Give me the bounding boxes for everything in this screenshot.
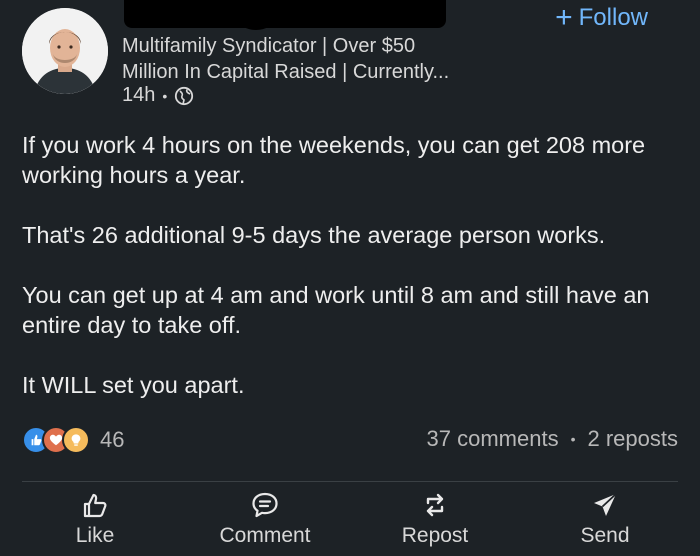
- engagement-counts: 37 comments • 2 reposts: [427, 426, 678, 452]
- profile-photo: [22, 8, 108, 94]
- follow-label: Follow: [578, 4, 648, 31]
- post-paragraph: You can get up at 4 am and work until 8 …: [22, 282, 650, 338]
- like-button[interactable]: Like: [20, 490, 170, 552]
- divider: [22, 481, 678, 482]
- comment-label: Comment: [219, 524, 311, 547]
- send-icon: [594, 493, 617, 516]
- post-paragraph: That's 26 additional 9-5 days the averag…: [22, 222, 606, 248]
- action-bar: Like Comment Repost Send: [0, 490, 700, 552]
- post-paragraph: If you work 4 hours on the weekends, you…: [22, 132, 646, 188]
- headline-line-1: Multifamily Syndicator | Over $50: [122, 35, 416, 57]
- repost-icon: [426, 493, 444, 517]
- post-body: If you work 4 hours on the weekends, you…: [22, 130, 682, 430]
- comment-button[interactable]: Comment: [190, 490, 340, 552]
- post-paragraph: It WILL set you apart.: [22, 372, 245, 398]
- feed-post: Multifamily Syndicator | Over $50 Millio…: [0, 0, 700, 556]
- send-button[interactable]: Send: [530, 490, 680, 552]
- follow-button[interactable]: + Follow: [555, 1, 648, 34]
- globe-icon: [175, 86, 194, 105]
- repost-label: Repost: [401, 524, 469, 547]
- headline-line-2: Million In Capital Raised | Currently...: [122, 61, 450, 83]
- thumbs-up-icon: [83, 493, 107, 518]
- counts-separator: •: [570, 431, 576, 447]
- comments-count-link[interactable]: 37 comments: [427, 426, 559, 452]
- reactions-summary[interactable]: 46: [22, 426, 124, 454]
- repost-button[interactable]: Repost: [360, 490, 510, 552]
- like-label: Like: [75, 524, 115, 547]
- send-label: Send: [580, 524, 630, 547]
- insightful-icon: [62, 426, 90, 454]
- meta-separator: •: [162, 87, 168, 104]
- comment-icon: [252, 492, 278, 518]
- post-meta: 14h •: [122, 84, 194, 107]
- redacted-author-name: [124, 0, 446, 28]
- author-headline: Multifamily Syndicator | Over $50 Millio…: [122, 33, 512, 85]
- reposts-count-link[interactable]: 2 reposts: [588, 426, 679, 452]
- post-time: 14h: [122, 84, 156, 106]
- redaction-mark: [238, 8, 274, 30]
- reaction-count: 46: [100, 427, 125, 452]
- avatar[interactable]: [22, 8, 108, 94]
- plus-icon: +: [555, 1, 573, 34]
